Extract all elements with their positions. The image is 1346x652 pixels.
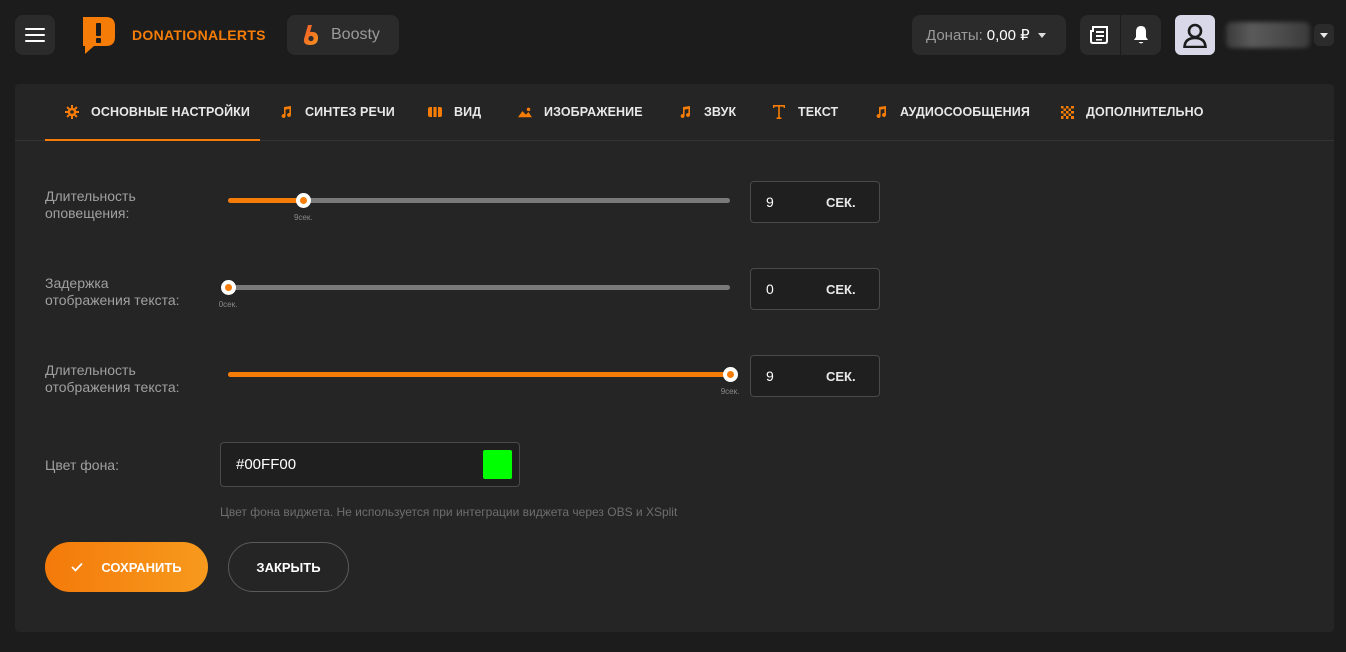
boosty-button[interactable]: Boosty: [287, 15, 399, 55]
film-icon: [428, 105, 442, 119]
brand-logo-link[interactable]: DONATIONALERTS: [80, 15, 266, 55]
check-icon: [71, 562, 84, 572]
slider-handle[interactable]: [722, 367, 738, 382]
text-delay-input[interactable]: 0 СЕК.: [750, 268, 880, 310]
user-menu-toggle[interactable]: [1314, 24, 1334, 46]
tab-label: АУДИОСООБЩЕНИЯ: [900, 105, 1030, 119]
text-delay-label: Задержка отображения текста:: [45, 275, 180, 308]
text-delay-value[interactable]: 0: [766, 281, 806, 297]
alert-duration-label: Длительность оповещения:: [45, 188, 136, 221]
unit-label: СЕК.: [826, 368, 856, 384]
tab-label: ЗВУК: [704, 105, 737, 119]
alert-duration-value[interactable]: 9: [766, 194, 806, 210]
background-color-input[interactable]: #00FF00: [220, 442, 520, 487]
tab-view[interactable]: ВИД: [428, 84, 481, 140]
music-note-icon: [874, 105, 888, 119]
save-button[interactable]: СОХРАНИТЬ: [45, 542, 208, 592]
chevron-down-icon: [1037, 32, 1046, 38]
menu-button[interactable]: [15, 15, 55, 55]
background-color-label: Цвет фона:: [45, 457, 119, 473]
tab-label: ОСНОВНЫЕ НАСТРОЙКИ: [91, 105, 250, 119]
bell-icon: [1134, 26, 1148, 44]
chevron-down-icon: [1320, 32, 1328, 38]
gear-icon: [65, 105, 79, 119]
text-delay-slider[interactable]: 0сек.: [219, 278, 730, 309]
music-note-icon: [279, 105, 293, 119]
boosty-label: Boosty: [331, 26, 380, 43]
slider-value-mark: 9сек.: [720, 387, 740, 396]
save-button-label: СОХРАНИТЬ: [101, 559, 182, 575]
tab-speech-synthesis[interactable]: СИНТЕЗ РЕЧИ: [279, 84, 395, 140]
text-duration-slider[interactable]: 9сек.: [228, 365, 739, 396]
slider-handle[interactable]: [295, 193, 311, 208]
tab-label: ИЗОБРАЖЕНИЕ: [544, 105, 643, 119]
boosty-logo: [303, 25, 318, 45]
menu-icon: [25, 28, 45, 30]
notifications-button[interactable]: [1121, 15, 1161, 55]
text-duration-input[interactable]: 9 СЕК.: [750, 355, 880, 397]
tab-label: ВИД: [454, 105, 482, 119]
top-bar: DONATIONALERTS Boosty Донаты: 0,00 ₽: [0, 0, 1346, 70]
newspaper-icon: [1090, 26, 1108, 44]
user-icon: [1183, 23, 1207, 48]
settings-panel: ОСНОВНЫЕ НАСТРОЙКИ СИНТЕЗ РЕЧИ ВИД ИЗОБР…: [15, 84, 1334, 632]
image-icon: [518, 105, 532, 119]
unit-label: СЕК.: [826, 194, 856, 210]
tab-audio-messages[interactable]: АУДИОСООБЩЕНИЯ: [874, 84, 1030, 140]
tab-label: СИНТЕЗ РЕЧИ: [305, 105, 395, 119]
close-button-label: ЗАКРЫТЬ: [256, 559, 321, 575]
slider-handle[interactable]: [220, 280, 236, 295]
color-swatch[interactable]: [483, 450, 512, 479]
avatar[interactable]: [1175, 15, 1215, 55]
background-color-hint: Цвет фона виджета. Не используется при и…: [220, 505, 678, 519]
tab-text[interactable]: ТЕКСТ: [772, 84, 838, 140]
close-button[interactable]: ЗАКРЫТЬ: [228, 542, 349, 592]
slider-value-mark: 0сек.: [218, 300, 238, 309]
donations-label: Донаты:: [926, 26, 983, 44]
text-duration-label: Длительность отображения текста:: [45, 362, 180, 395]
unit-label: СЕК.: [826, 281, 856, 297]
news-button[interactable]: [1080, 15, 1120, 55]
tab-label: ТЕКСТ: [798, 105, 839, 119]
tab-sound[interactable]: ЗВУК: [678, 84, 736, 140]
slider-value-mark: 9сек.: [293, 213, 313, 222]
alert-duration-input[interactable]: 9 СЕК.: [750, 181, 880, 223]
grid-icon: [1060, 105, 1074, 119]
slider-fill: [228, 198, 304, 203]
brand-name: DONATIONALERTS: [132, 27, 266, 43]
tab-image[interactable]: ИЗОБРАЖЕНИЕ: [518, 84, 643, 140]
donationalerts-logo: [83, 17, 115, 54]
donations-value: 0,00 ₽: [986, 27, 1030, 44]
tab-label: ДОПОЛНИТЕЛЬНО: [1086, 105, 1204, 119]
username-blurred[interactable]: [1226, 22, 1310, 48]
background-color-value[interactable]: #00FF00: [236, 456, 296, 473]
tab-basic-settings[interactable]: ОСНОВНЫЕ НАСТРОЙКИ: [45, 84, 260, 141]
text-duration-value[interactable]: 9: [766, 368, 806, 384]
tab-additional[interactable]: ДОПОЛНИТЕЛЬНО: [1060, 84, 1204, 140]
donations-dropdown[interactable]: Донаты: 0,00 ₽: [912, 15, 1066, 55]
text-icon: [772, 105, 786, 119]
music-note-icon: [678, 105, 692, 119]
slider-fill: [228, 372, 730, 377]
alert-duration-slider[interactable]: 9сек.: [228, 191, 730, 222]
tab-bar: ОСНОВНЫЕ НАСТРОЙКИ СИНТЕЗ РЕЧИ ВИД ИЗОБР…: [15, 84, 1334, 141]
